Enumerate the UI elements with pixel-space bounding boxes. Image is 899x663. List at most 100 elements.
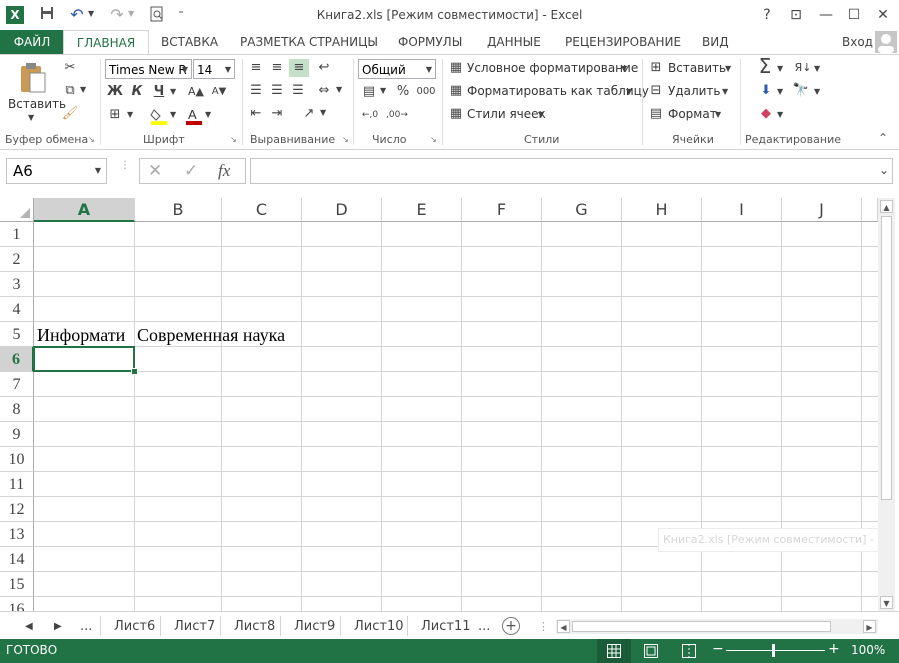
tab-file[interactable]: ФАЙЛ — [0, 30, 64, 54]
cut-icon[interactable]: ✂ — [61, 59, 79, 77]
format-cells-icon[interactable]: ▤ — [648, 105, 664, 123]
chevron-down-icon[interactable]: ▼ — [722, 87, 728, 96]
sheet-tab-list6[interactable]: Лист6 — [114, 618, 155, 638]
fill-handle[interactable] — [131, 368, 138, 375]
sort-filter-icon[interactable]: Я↓ — [792, 59, 814, 77]
row-header-15[interactable]: 15 — [0, 572, 34, 597]
italic-button[interactable]: К — [128, 83, 146, 101]
align-left-icon[interactable]: ☰ — [247, 82, 265, 100]
chevron-down-icon[interactable]: ▼ — [777, 110, 783, 119]
merge-center-icon[interactable]: ⇔ — [315, 82, 333, 100]
paste-icon[interactable] — [18, 61, 48, 95]
page-layout-view-icon[interactable] — [644, 644, 658, 661]
user-avatar-icon[interactable] — [875, 31, 897, 53]
column-header-a[interactable]: A — [34, 198, 135, 222]
tab-formulas[interactable]: ФОРМУЛЫ — [396, 30, 464, 54]
number-format-combo[interactable]: Общий ▼ — [358, 59, 436, 79]
format-painter-icon[interactable]: 🖌 — [61, 105, 79, 123]
increase-decimal-icon[interactable]: ←,0 — [360, 106, 380, 124]
row-header-9[interactable]: 9 — [0, 422, 34, 447]
formula-input[interactable]: ⌄ — [250, 158, 893, 184]
row-header-1[interactable]: 1 — [0, 222, 34, 247]
insert-cells-button[interactable]: Вставить — [668, 61, 726, 75]
normal-view-button[interactable] — [597, 639, 631, 663]
fill-color-dropdown-icon[interactable]: ▼ — [170, 110, 176, 119]
chevron-down-icon[interactable]: ▼ — [777, 64, 783, 73]
percent-button[interactable]: % — [394, 83, 412, 101]
cell-styles-button[interactable]: Стили ячеек — [467, 107, 546, 121]
borders-icon[interactable]: ⊞ — [106, 106, 124, 124]
delete-cells-button[interactable]: Удалить — [668, 84, 721, 98]
column-header-k[interactable] — [862, 198, 878, 222]
row-header-8[interactable]: 8 — [0, 397, 34, 422]
chevron-down-icon[interactable]: ▼ — [626, 87, 632, 96]
horizontal-scrollbar[interactable]: ◀ ▶ — [556, 619, 878, 634]
find-select-icon[interactable]: 🔭 — [792, 82, 810, 100]
column-header-c[interactable]: C — [222, 198, 302, 222]
column-header-b[interactable]: B — [135, 198, 222, 222]
bold-button[interactable]: Ж — [106, 83, 124, 101]
chevron-down-icon[interactable]: ▼ — [814, 64, 820, 73]
scroll-right-icon[interactable]: ▶ — [863, 620, 876, 633]
wrap-text-icon[interactable]: ↩ — [315, 59, 333, 77]
align-bottom-icon[interactable]: ≡ — [289, 59, 309, 77]
orientation-icon[interactable]: ↗ — [300, 105, 318, 123]
tab-page-layout[interactable]: РАЗМЕТКА СТРАНИЦЫ — [238, 30, 380, 54]
delete-cells-icon[interactable]: ⊟ — [648, 82, 664, 100]
close-button[interactable]: ✕ — [871, 4, 895, 26]
sheet-tab-list10[interactable]: Лист10 — [354, 618, 404, 638]
row-header-13[interactable]: 13 — [0, 522, 34, 547]
currency-dropdown-icon[interactable]: ▼ — [380, 86, 386, 95]
clear-icon[interactable]: ◆ — [758, 105, 774, 123]
cancel-icon[interactable]: ✕ — [148, 161, 162, 181]
page-break-view-icon[interactable] — [682, 644, 696, 661]
row-header-3[interactable]: 3 — [0, 272, 34, 297]
copy-dropdown-icon[interactable]: ▼ — [80, 85, 86, 94]
decrease-font-icon[interactable]: A▼ — [210, 83, 228, 101]
row-header-14[interactable]: 14 — [0, 547, 34, 572]
sign-in-link[interactable]: Вход — [840, 30, 875, 54]
tab-insert[interactable]: ВСТАВКА — [159, 30, 220, 54]
chevron-down-icon[interactable]: ▼ — [621, 64, 627, 73]
vertical-scroll-thumb[interactable] — [881, 216, 892, 500]
select-all-button[interactable] — [0, 198, 34, 222]
chevron-down-icon[interactable]: ▼ — [715, 110, 721, 119]
tab-home[interactable]: ГЛАВНАЯ — [63, 30, 149, 56]
row-header-16[interactable]: 16 — [0, 597, 34, 611]
decrease-indent-icon[interactable]: ⇤ — [247, 105, 265, 123]
column-header-g[interactable]: G — [542, 198, 622, 222]
column-header-d[interactable]: D — [302, 198, 382, 222]
chevron-down-icon[interactable]: ▼ — [95, 159, 101, 183]
row-header-4[interactable]: 4 — [0, 297, 34, 322]
add-sheet-button[interactable]: + — [502, 617, 520, 635]
sheet-tab-list9[interactable]: Лист9 — [294, 618, 335, 638]
fill-icon[interactable]: ⬇ — [758, 82, 774, 100]
autosum-button[interactable]: Σ — [755, 56, 775, 76]
clipboard-launcher-icon[interactable]: ↘ — [88, 135, 95, 144]
zoom-in-icon[interactable]: + — [828, 641, 840, 657]
horizontal-scroll-thumb[interactable] — [572, 621, 831, 632]
format-as-table-button[interactable]: Форматировать как таблицу — [467, 84, 649, 98]
active-cell-a6[interactable] — [33, 346, 135, 372]
resize-handle-icon[interactable]: ⋮ — [120, 161, 130, 179]
format-as-table-icon[interactable]: ▦ — [448, 82, 464, 100]
underline-dropdown-icon[interactable]: ▼ — [170, 87, 176, 96]
font-color-dropdown-icon[interactable]: ▼ — [205, 110, 211, 119]
split-handle-icon[interactable]: ⋮ — [538, 620, 549, 633]
font-size-combo[interactable]: 14 ▼ — [193, 59, 235, 79]
fill-color-icon[interactable] — [150, 107, 168, 125]
row-header-10[interactable]: 10 — [0, 447, 34, 472]
sheet-tab-list11[interactable]: Лист11 — [421, 618, 471, 638]
column-header-e[interactable]: E — [382, 198, 462, 222]
expand-formula-bar-icon[interactable]: ⌄ — [879, 163, 889, 177]
sheet-scroll-right-ellipsis[interactable]: ... — [478, 618, 490, 638]
scroll-up-icon[interactable]: ▲ — [880, 200, 893, 213]
row-header-7[interactable]: 7 — [0, 372, 34, 397]
row-header-2[interactable]: 2 — [0, 247, 34, 272]
copy-icon[interactable]: ⧉ — [61, 82, 79, 100]
row-header-5[interactable]: 5 — [0, 322, 34, 347]
align-top-icon[interactable]: ≡ — [247, 59, 265, 77]
maximize-button[interactable]: ☐ — [842, 4, 866, 26]
zoom-out-icon[interactable]: − — [712, 641, 724, 657]
scroll-left-icon[interactable]: ◀ — [557, 620, 570, 633]
